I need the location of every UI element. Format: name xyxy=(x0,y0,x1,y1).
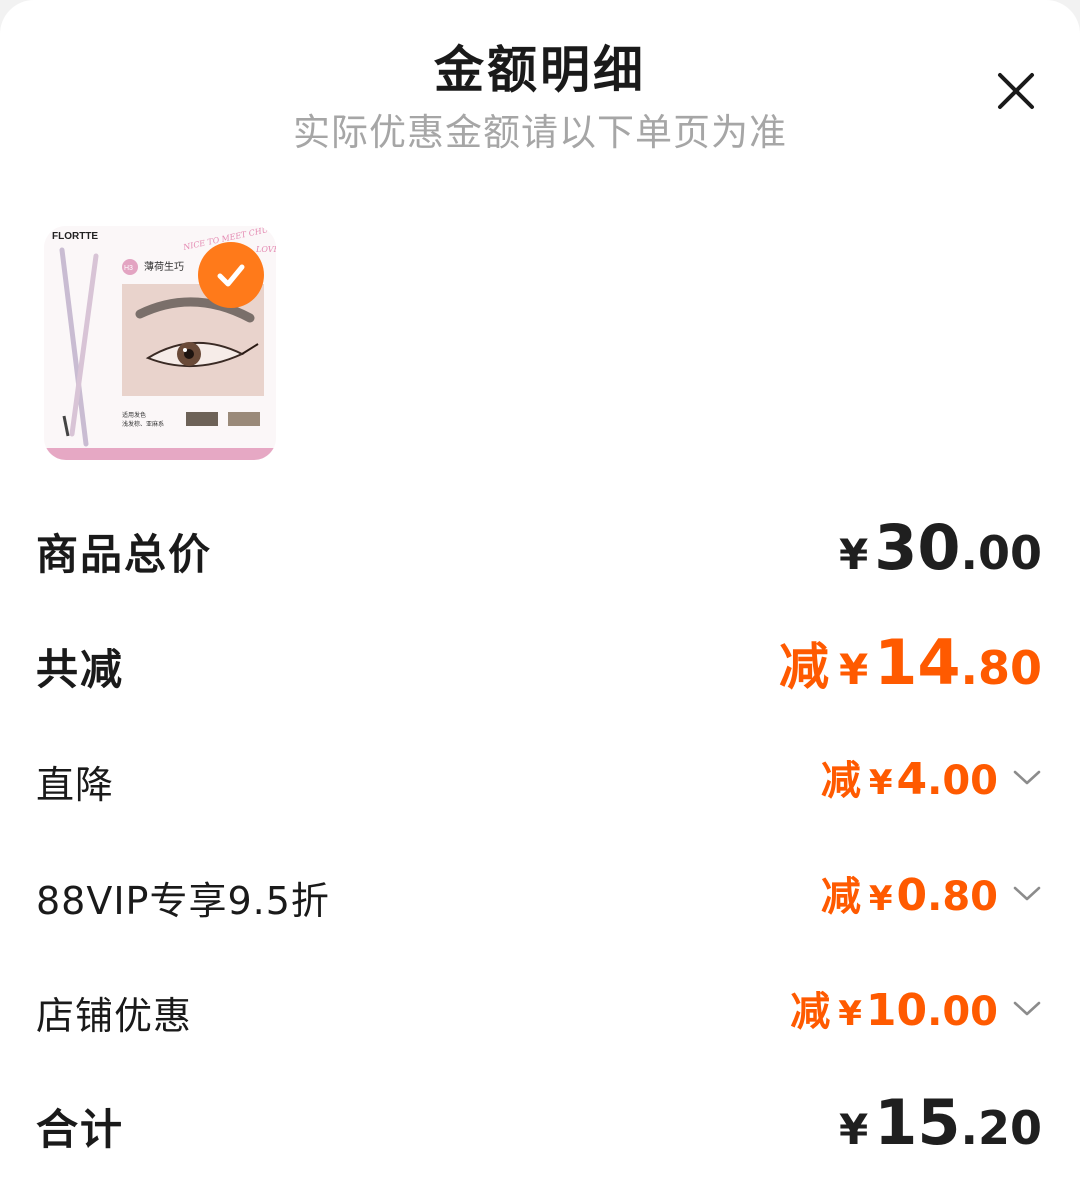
page-title: 金额明细 xyxy=(434,41,646,99)
price-decimal: .80 xyxy=(927,874,998,920)
price-integer: 0 xyxy=(896,870,928,921)
amount-detail-sheet: 金额明细 实际优惠金额请以下单页为准 FLORTTE NICE TO MEET … xyxy=(0,0,1080,1201)
brand-logo-text: FLORTTE xyxy=(52,231,98,242)
total-price-value: ¥ 30 .00 xyxy=(839,511,1042,584)
discount-row-88vip[interactable]: 88VIP专享9.5折 减 ¥ 0 .80 xyxy=(0,858,1080,948)
currency-symbol: ¥ xyxy=(838,530,869,579)
discount-prefix: 减 xyxy=(778,638,829,696)
script-text-2: LOVE xyxy=(255,245,276,254)
total-price-row: 商品总价 ¥ 30 .00 xyxy=(0,505,1080,595)
selected-badge xyxy=(198,242,264,308)
final-total-value: ¥ 15 .20 xyxy=(839,1086,1042,1159)
price-decimal: .00 xyxy=(927,758,998,804)
close-icon xyxy=(998,73,1034,109)
price-integer: 30 xyxy=(874,511,961,584)
price-integer: 14 xyxy=(874,626,961,699)
chevron-down-icon[interactable] xyxy=(1012,884,1042,904)
close-button[interactable] xyxy=(984,60,1048,124)
discount-total-value: 减 ¥ 14 .80 xyxy=(779,626,1042,699)
chevron-down-icon[interactable] xyxy=(1012,768,1042,788)
discount-value: 减 ¥ 4 .00 xyxy=(821,748,1042,806)
price-decimal: .80 xyxy=(960,641,1043,695)
currency-symbol: ¥ xyxy=(868,879,893,919)
discount-row-direct[interactable]: 直降 减 ¥ 4 .00 xyxy=(0,742,1080,832)
discount-label: 直降 xyxy=(36,763,115,807)
currency-symbol: ¥ xyxy=(838,1105,869,1154)
price-decimal: .00 xyxy=(927,989,998,1035)
discount-value: 减 ¥ 0 .80 xyxy=(821,864,1042,922)
currency-symbol: ¥ xyxy=(868,763,893,803)
discount-total-row: 共减 减 ¥ 14 .80 xyxy=(0,620,1080,710)
price-decimal: .20 xyxy=(960,1101,1043,1155)
caption-line-1: 适用发色 xyxy=(122,411,146,419)
discount-label: 店铺优惠 xyxy=(36,994,193,1038)
chevron-down-icon[interactable] xyxy=(1012,999,1042,1019)
discount-prefix: 减 xyxy=(820,758,861,804)
shade-code: H3 xyxy=(124,265,133,272)
discount-row-store[interactable]: 店铺优惠 减 ¥ 10 .00 xyxy=(0,973,1080,1063)
final-total-label: 合计 xyxy=(36,1105,125,1154)
price-integer: 4 xyxy=(896,754,928,805)
price-integer: 15 xyxy=(874,1086,961,1159)
price-decimal: .00 xyxy=(960,526,1043,580)
sheet-header: 金额明细 实际优惠金额请以下单页为准 xyxy=(0,0,1080,160)
currency-symbol: ¥ xyxy=(838,994,862,1034)
shade-name: 薄荷生巧 xyxy=(144,260,184,273)
discount-value: 减 ¥ 10 .00 xyxy=(790,979,1042,1037)
discount-label: 88VIP专享9.5折 xyxy=(36,879,330,923)
discount-prefix: 减 xyxy=(790,989,831,1035)
discount-prefix: 减 xyxy=(820,874,861,920)
page-subtitle: 实际优惠金额请以下单页为准 xyxy=(293,111,787,154)
discount-total-label: 共减 xyxy=(36,645,125,694)
currency-symbol: ¥ xyxy=(838,645,869,694)
total-price-label: 商品总价 xyxy=(36,530,213,579)
caption-line-2: 浅发棕、亚麻系 xyxy=(122,420,164,428)
price-integer: 10 xyxy=(865,985,928,1036)
final-total-row: 合计 ¥ 15 .20 xyxy=(0,1082,1080,1172)
check-icon xyxy=(217,264,245,287)
